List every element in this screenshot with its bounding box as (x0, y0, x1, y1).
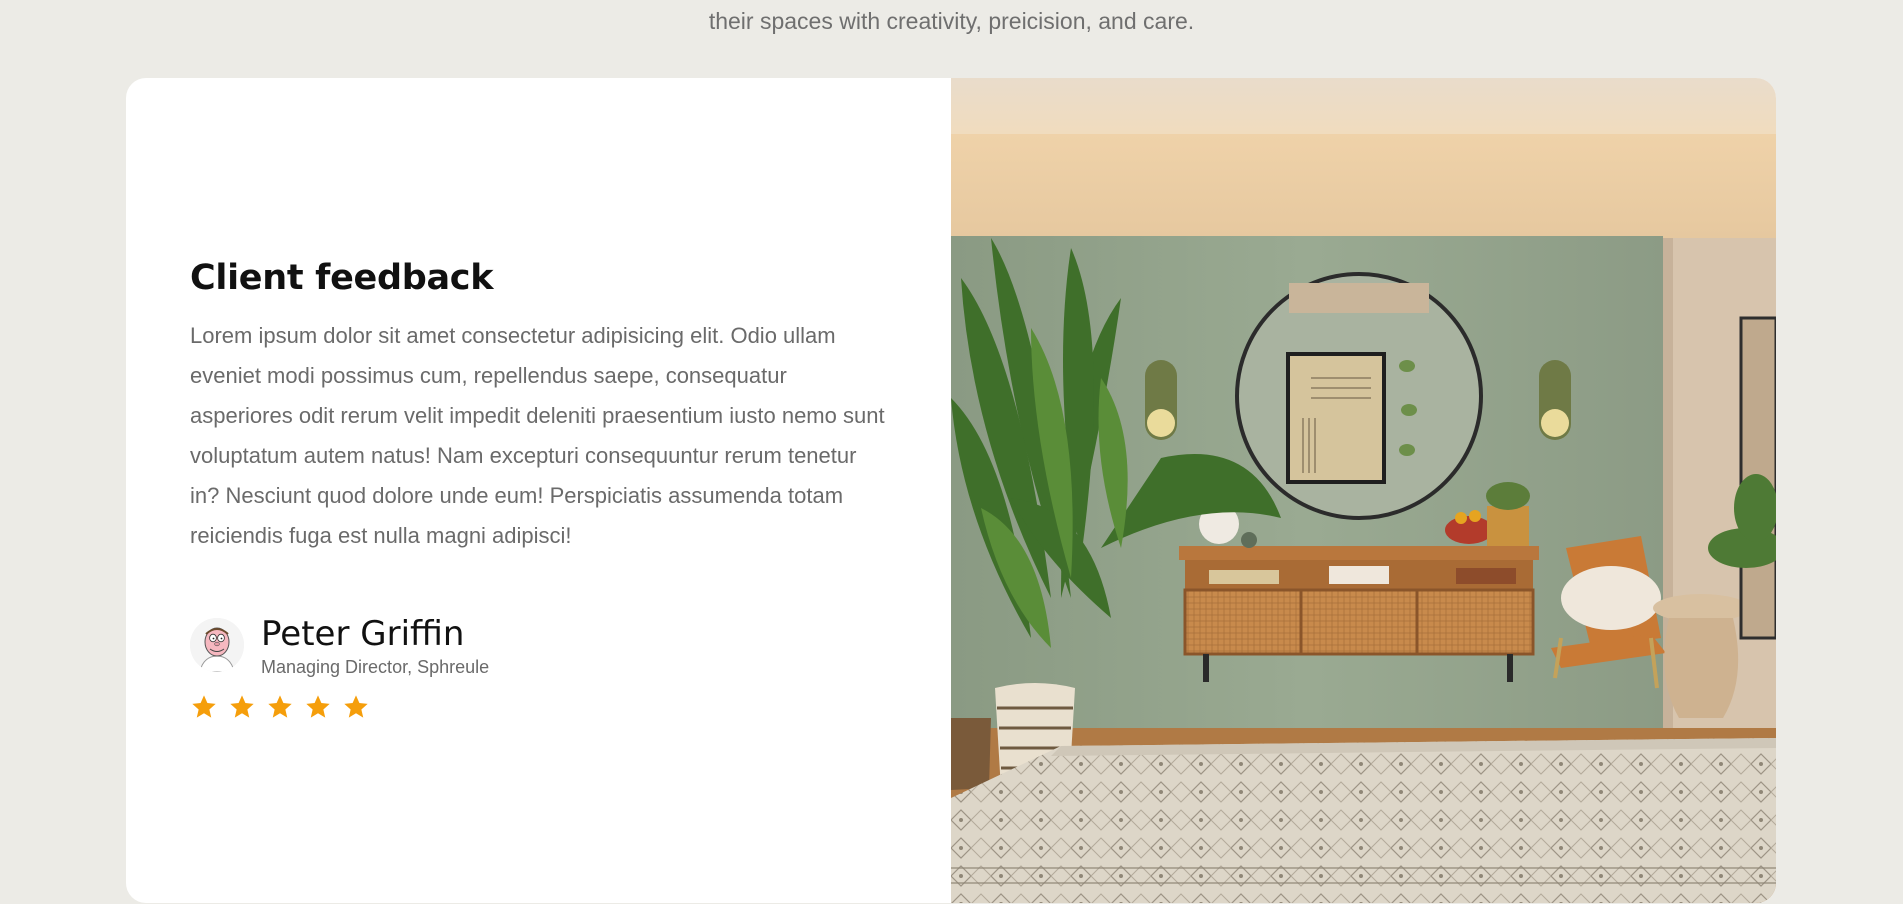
section-intro-text: their spaces with creativity, preicision… (708, 8, 1195, 34)
author-text: Peter Griffin Managing Director, Sphreul… (261, 614, 489, 678)
testimonial-quote: Lorem ipsum dolor sit amet consectetur a… (190, 323, 885, 548)
avatar-icon (190, 618, 244, 672)
star-icon (230, 695, 254, 718)
star-icon (344, 695, 368, 718)
author-role: Managing Director, Sphreule (261, 657, 490, 677)
rating-stars (190, 693, 370, 721)
star-icon (192, 695, 216, 718)
author-block: Peter Griffin Managing Director, Sphreul… (190, 614, 489, 678)
star-icon (306, 695, 330, 718)
author-name: Peter Griffin (261, 614, 465, 654)
room-illustration (951, 78, 1776, 903)
star-icon (268, 695, 292, 718)
room-photo (951, 78, 1776, 903)
avatar (190, 618, 244, 672)
testimonial-card: Client feedback Lorem ipsum dolor sit am… (126, 78, 1776, 903)
testimonial-heading: Client feedback (190, 258, 494, 298)
testimonial-content: Client feedback Lorem ipsum dolor sit am… (126, 78, 951, 903)
